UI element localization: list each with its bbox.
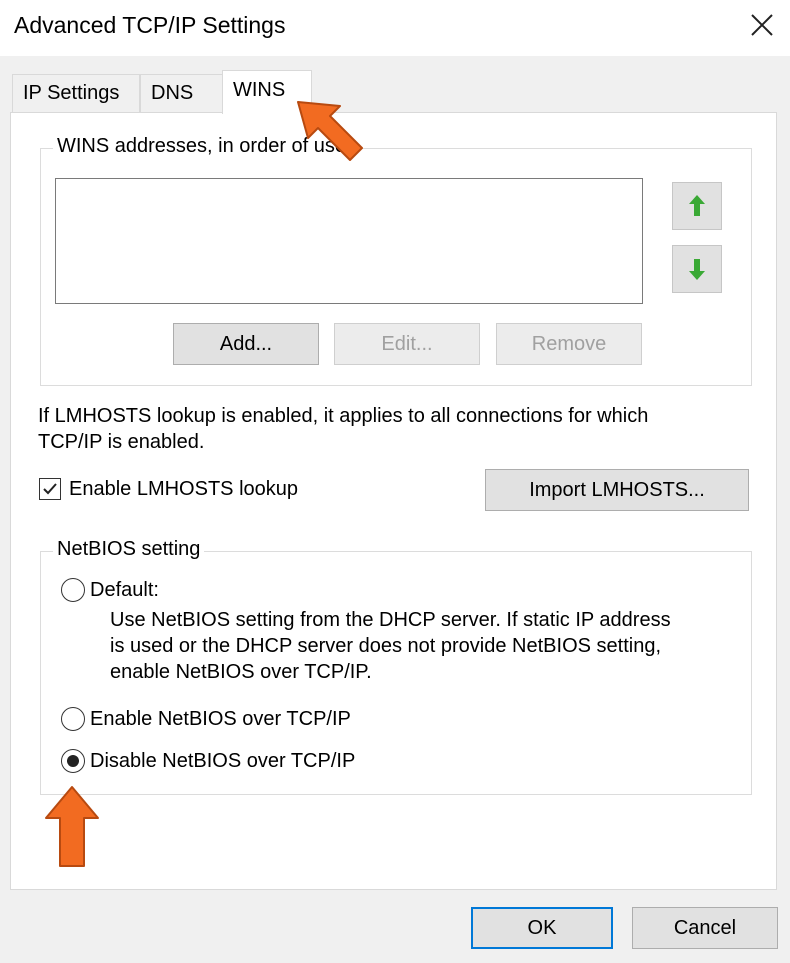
tab-ip-settings[interactable]: IP Settings bbox=[12, 74, 140, 112]
callout-arrow-icon bbox=[45, 786, 99, 867]
radio-selected-dot bbox=[67, 755, 79, 767]
enable-lmhosts-checkbox[interactable] bbox=[39, 478, 61, 500]
checkmark-icon bbox=[43, 483, 57, 495]
default-description-line3: enable NetBIOS over TCP/IP. bbox=[110, 661, 372, 683]
enable-netbios-label[interactable]: Enable NetBIOS over TCP/IP bbox=[90, 706, 351, 732]
window-title: Advanced TCP/IP Settings bbox=[14, 12, 286, 38]
netbios-setting-label: NetBIOS setting bbox=[53, 538, 205, 561]
default-radio-label[interactable]: Default: bbox=[90, 577, 159, 603]
enable-netbios-radio[interactable] bbox=[61, 707, 85, 731]
edit-button[interactable]: Edit... bbox=[334, 323, 480, 365]
remove-button[interactable]: Remove bbox=[496, 323, 642, 365]
add-button[interactable]: Add... bbox=[173, 323, 319, 365]
ok-button[interactable]: OK bbox=[471, 907, 613, 949]
default-description-line2: is used or the DHCP server does not prov… bbox=[110, 635, 662, 657]
default-radio[interactable] bbox=[61, 578, 85, 602]
import-lmhosts-button[interactable]: Import LMHOSTS... bbox=[485, 469, 749, 511]
move-up-button[interactable] bbox=[672, 182, 722, 230]
disable-netbios-radio[interactable] bbox=[61, 749, 85, 773]
lmhosts-info-line2: TCP/IP is enabled. bbox=[38, 431, 205, 453]
close-button[interactable] bbox=[734, 0, 790, 50]
default-description-line1: Use NetBIOS setting from the DHCP server… bbox=[110, 609, 671, 631]
disable-netbios-label[interactable]: Disable NetBIOS over TCP/IP bbox=[90, 748, 355, 774]
cancel-button[interactable]: Cancel bbox=[632, 907, 778, 949]
arrow-down-icon bbox=[689, 259, 705, 280]
wins-address-list[interactable] bbox=[55, 178, 643, 304]
callout-arrow-icon bbox=[297, 101, 363, 161]
title-bar: Advanced TCP/IP Settings bbox=[0, 0, 790, 56]
arrow-up-icon bbox=[689, 195, 705, 216]
move-down-button[interactable] bbox=[672, 245, 722, 293]
tab-dns[interactable]: DNS bbox=[140, 74, 224, 112]
lmhosts-info-line1: If LMHOSTS lookup is enabled, it applies… bbox=[38, 405, 649, 427]
enable-lmhosts-label[interactable]: Enable LMHOSTS lookup bbox=[69, 476, 298, 502]
close-icon bbox=[751, 14, 773, 36]
